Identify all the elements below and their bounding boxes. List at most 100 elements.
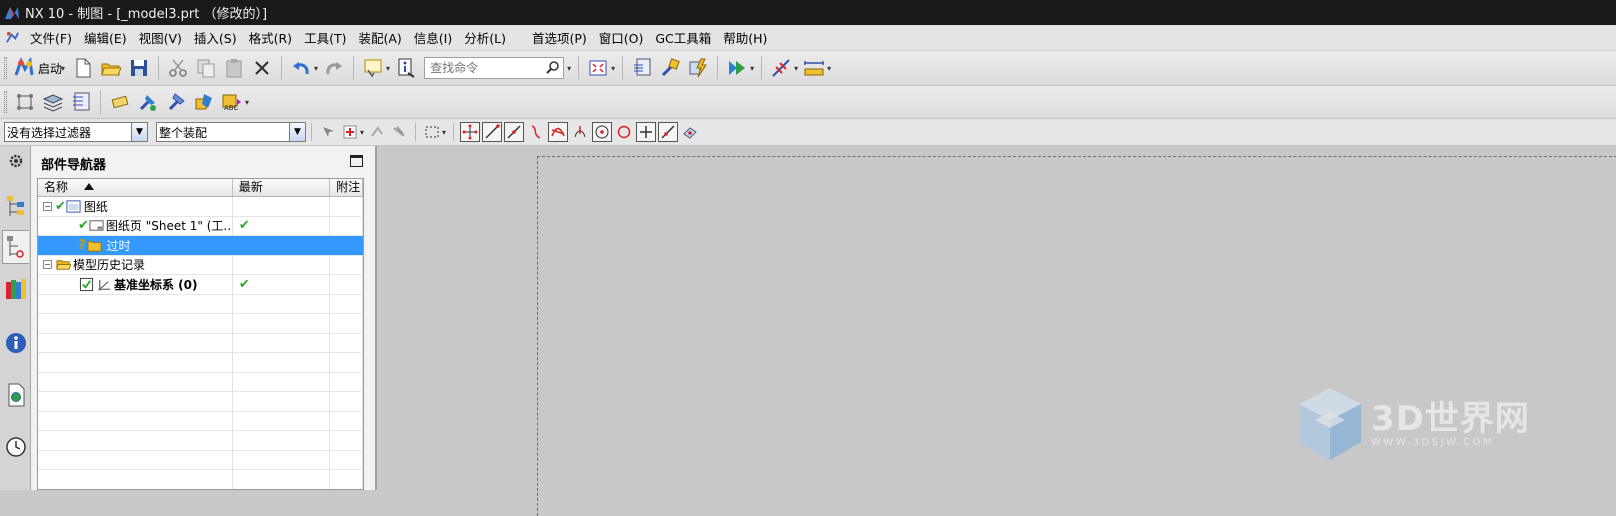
- measure-distance-button[interactable]: [801, 55, 827, 81]
- measure-dropdown-icon[interactable]: ▾: [827, 64, 831, 73]
- snap-existing-point-button[interactable]: [636, 122, 657, 142]
- resource-clock[interactable]: [2, 430, 29, 464]
- empty-row: [38, 353, 363, 373]
- menu-tools[interactable]: 工具(T): [298, 28, 352, 47]
- tool-button-b[interactable]: [685, 55, 711, 81]
- menu-assembly[interactable]: 装配(A): [352, 28, 407, 47]
- snap-arc-center-button[interactable]: [592, 122, 613, 142]
- undo-button[interactable]: [288, 55, 314, 81]
- part-tool-c-button[interactable]: [191, 89, 217, 115]
- menu-view[interactable]: 视图(V): [133, 28, 188, 47]
- select-tool-b[interactable]: [389, 122, 409, 142]
- part-tool-b-button[interactable]: [163, 89, 189, 115]
- general-select-button[interactable]: [318, 122, 338, 142]
- maximize-icon[interactable]: [350, 155, 363, 167]
- command-search[interactable]: [424, 57, 565, 79]
- snap-all-button[interactable]: [460, 122, 481, 142]
- snap-point-on-face-button[interactable]: [680, 122, 700, 142]
- paste-button[interactable]: [221, 55, 247, 81]
- column-header-name[interactable]: 名称: [38, 179, 233, 196]
- menu-preferences[interactable]: 首选项(P): [526, 28, 593, 47]
- layer-settings-button[interactable]: [629, 55, 655, 81]
- new-button[interactable]: [70, 55, 96, 81]
- command-finder-dropdown-icon[interactable]: ▾: [386, 64, 390, 73]
- column-header-latest[interactable]: 最新: [233, 179, 331, 196]
- analysis-button[interactable]: [768, 55, 794, 81]
- delete-button[interactable]: [249, 55, 275, 81]
- save-button[interactable]: [126, 55, 152, 81]
- select-arrow-icon: [323, 127, 334, 137]
- collapse-icon[interactable]: −: [43, 201, 52, 211]
- drawing-canvas[interactable]: 3D世界网 WWW.3DSJW.COM: [377, 146, 1616, 516]
- undo-dropdown-icon[interactable]: ▾: [314, 64, 318, 73]
- rectangle-select-button[interactable]: [422, 122, 442, 142]
- layer-category-button[interactable]: [68, 89, 94, 115]
- tree-row-drawing[interactable]: − ✔ 图纸: [38, 197, 363, 217]
- snap-point-on-curve-button[interactable]: [658, 122, 679, 142]
- chevron-down-icon[interactable]: ▼: [131, 123, 147, 141]
- search-dropdown-icon[interactable]: ▾: [567, 64, 571, 73]
- menu-window[interactable]: 窗口(O): [593, 28, 650, 47]
- toolbar-separator: [453, 123, 455, 141]
- part-navigator-tool-button[interactable]: [12, 89, 38, 115]
- menu-help[interactable]: 帮助(H): [717, 28, 773, 47]
- search-icon[interactable]: [546, 60, 560, 77]
- start-dropdown-icon[interactable]: ▾: [61, 64, 65, 73]
- copy-button[interactable]: [193, 55, 219, 81]
- menu-edit[interactable]: 编辑(E): [78, 28, 133, 47]
- snap-endpoint-button[interactable]: [482, 122, 503, 142]
- annotation-button[interactable]: [107, 89, 133, 115]
- tree-row-outdated[interactable]: ? 过时: [38, 236, 363, 256]
- snap-control-button[interactable]: [526, 122, 546, 142]
- menu-format[interactable]: 格式(R): [243, 28, 298, 47]
- type-filter-combo[interactable]: 没有选择过滤器 ▼: [4, 122, 148, 142]
- checkbox-checked-icon[interactable]: [78, 276, 94, 292]
- tool-button-a[interactable]: [657, 55, 683, 81]
- resource-web-browser[interactable]: [2, 326, 29, 360]
- tree-row-sheet[interactable]: ✔ 图纸页 "Sheet 1" (工... ✔: [38, 216, 363, 236]
- resource-part-navigator[interactable]: [2, 230, 29, 264]
- menu-info[interactable]: 信息(I): [408, 28, 458, 47]
- menu-gc-toolbox[interactable]: GC工具箱: [649, 28, 717, 47]
- text-tool-dropdown-icon[interactable]: ▾: [245, 98, 249, 107]
- info-window-button[interactable]: [393, 55, 419, 81]
- select-dropdown-icon[interactable]: ▾: [360, 128, 364, 137]
- rectangle-select-dropdown-icon[interactable]: ▾: [442, 128, 446, 137]
- analysis-dropdown-icon[interactable]: ▾: [794, 64, 798, 73]
- resource-history[interactable]: [2, 378, 29, 412]
- resource-bar-settings[interactable]: [2, 150, 29, 172]
- quick-access-icon[interactable]: [4, 30, 20, 46]
- part-tool-a-button[interactable]: [135, 89, 161, 115]
- menu-insert[interactable]: 插入(S): [188, 28, 243, 47]
- menu-analysis[interactable]: 分析(L): [458, 28, 512, 47]
- snap-intersection-button[interactable]: [548, 122, 569, 142]
- selection-scope-combo[interactable]: 整个装配 ▼: [156, 122, 306, 142]
- toolbar-grip[interactable]: [4, 57, 7, 79]
- fit-view-dropdown-icon[interactable]: ▾: [611, 64, 615, 73]
- snap-midpoint-button[interactable]: [504, 122, 525, 142]
- tree-row-model-history[interactable]: − 模型历史记录: [38, 255, 363, 275]
- cut-button[interactable]: [165, 55, 191, 81]
- redo-button[interactable]: [321, 55, 347, 81]
- open-button[interactable]: [98, 55, 124, 81]
- menu-file[interactable]: 文件(F): [24, 28, 78, 47]
- snap-quadrant-button[interactable]: [614, 122, 634, 142]
- resource-assembly-navigator[interactable]: [2, 190, 29, 224]
- select-tool-a[interactable]: [367, 122, 387, 142]
- add-select-button[interactable]: [340, 122, 360, 142]
- text-tool-button[interactable]: ABC: [219, 89, 245, 115]
- start-button[interactable]: 启动 ▾: [11, 55, 69, 81]
- layers-button[interactable]: [40, 89, 66, 115]
- command-finder-button[interactable]: [360, 55, 386, 81]
- play-move-button[interactable]: [724, 55, 750, 81]
- toolbar-grip[interactable]: [4, 91, 7, 113]
- command-search-input[interactable]: [428, 60, 539, 76]
- fit-view-button[interactable]: [585, 55, 611, 81]
- tree-row-datum-csys[interactable]: 基准坐标系 (0) ✔: [38, 275, 363, 295]
- collapse-icon[interactable]: −: [43, 260, 52, 270]
- motion-dropdown-icon[interactable]: ▾: [750, 64, 754, 73]
- column-header-notes[interactable]: 附注: [330, 179, 363, 196]
- chevron-down-icon[interactable]: ▼: [289, 123, 305, 141]
- resource-reuse-library[interactable]: [2, 272, 29, 306]
- snap-tangent-button[interactable]: [570, 122, 590, 142]
